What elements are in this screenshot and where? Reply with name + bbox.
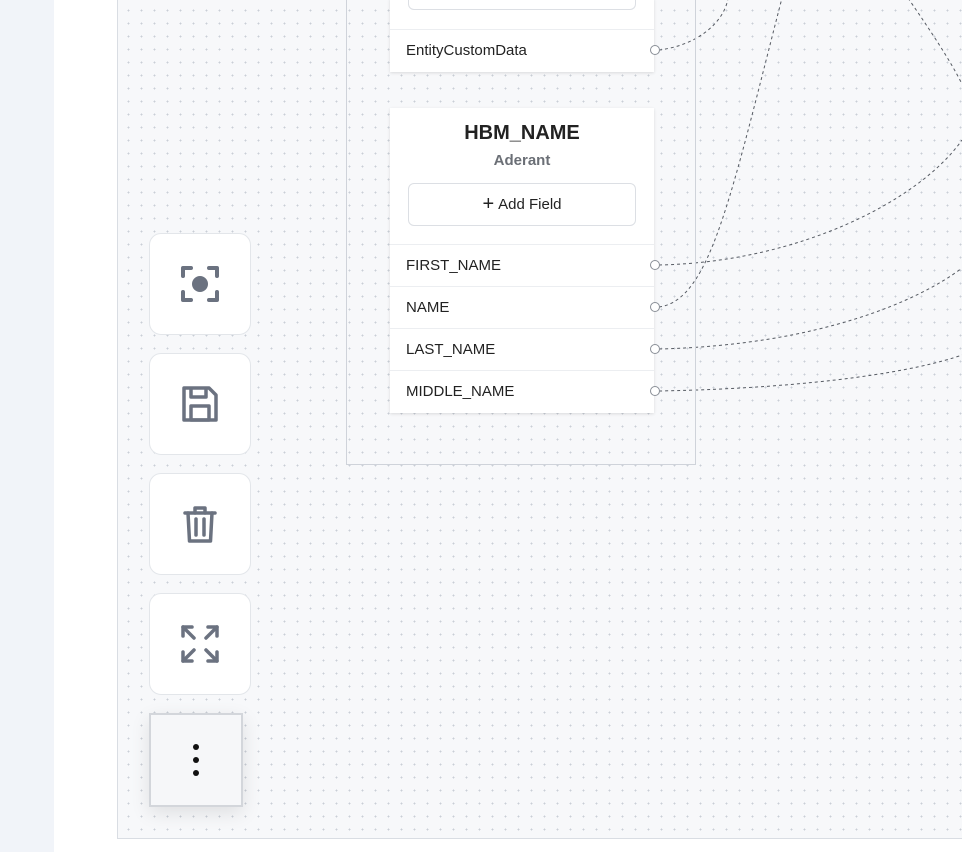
- field-label: MIDDLE_NAME: [406, 383, 515, 400]
- field-row[interactable]: LAST_NAME: [390, 328, 660, 370]
- field-row[interactable]: FIRST_NAME: [390, 244, 660, 286]
- node-subtitle: Aderant: [493, 152, 551, 169]
- node-title: HBM_NAME: [464, 122, 580, 144]
- floppy-disk-icon: [182, 386, 218, 422]
- connection-handle[interactable]: [650, 45, 660, 55]
- trash-icon: [183, 506, 217, 543]
- vertical-ellipsis-icon: [193, 744, 199, 776]
- node-top-table[interactable]: EntityCustomData: [390, 0, 660, 72]
- plus-icon: +: [482, 192, 495, 215]
- field-row[interactable]: NAME: [390, 286, 660, 328]
- node-hbm-name[interactable]: HBM_NAME Aderant + Add Field FIRST_NAME …: [390, 108, 660, 413]
- add-field-button[interactable]: + Add Field: [408, 183, 636, 226]
- focus-target-icon: [181, 266, 219, 302]
- add-field-button-partial[interactable]: [408, 0, 636, 10]
- field-label: NAME: [406, 299, 450, 316]
- field-label: LAST_NAME: [406, 341, 496, 358]
- save-button[interactable]: [149, 353, 251, 455]
- expand-arrows-icon: [181, 625, 219, 663]
- connection-handle[interactable]: [650, 344, 660, 354]
- fit-view-button[interactable]: [149, 233, 251, 335]
- field-label: EntityCustomData: [406, 42, 527, 59]
- field-row[interactable]: EntityCustomData: [390, 29, 660, 71]
- field-label: FIRST_NAME: [406, 257, 502, 274]
- connection-handle[interactable]: [650, 386, 660, 396]
- delete-button[interactable]: [149, 473, 251, 575]
- field-row[interactable]: MIDDLE_NAME: [390, 370, 660, 412]
- connection-handle[interactable]: [650, 260, 660, 270]
- connection-handle[interactable]: [650, 302, 660, 312]
- add-field-label: Add Field: [498, 196, 562, 213]
- more-options-button[interactable]: [149, 713, 243, 807]
- left-rail: [0, 0, 54, 852]
- expand-button[interactable]: [149, 593, 251, 695]
